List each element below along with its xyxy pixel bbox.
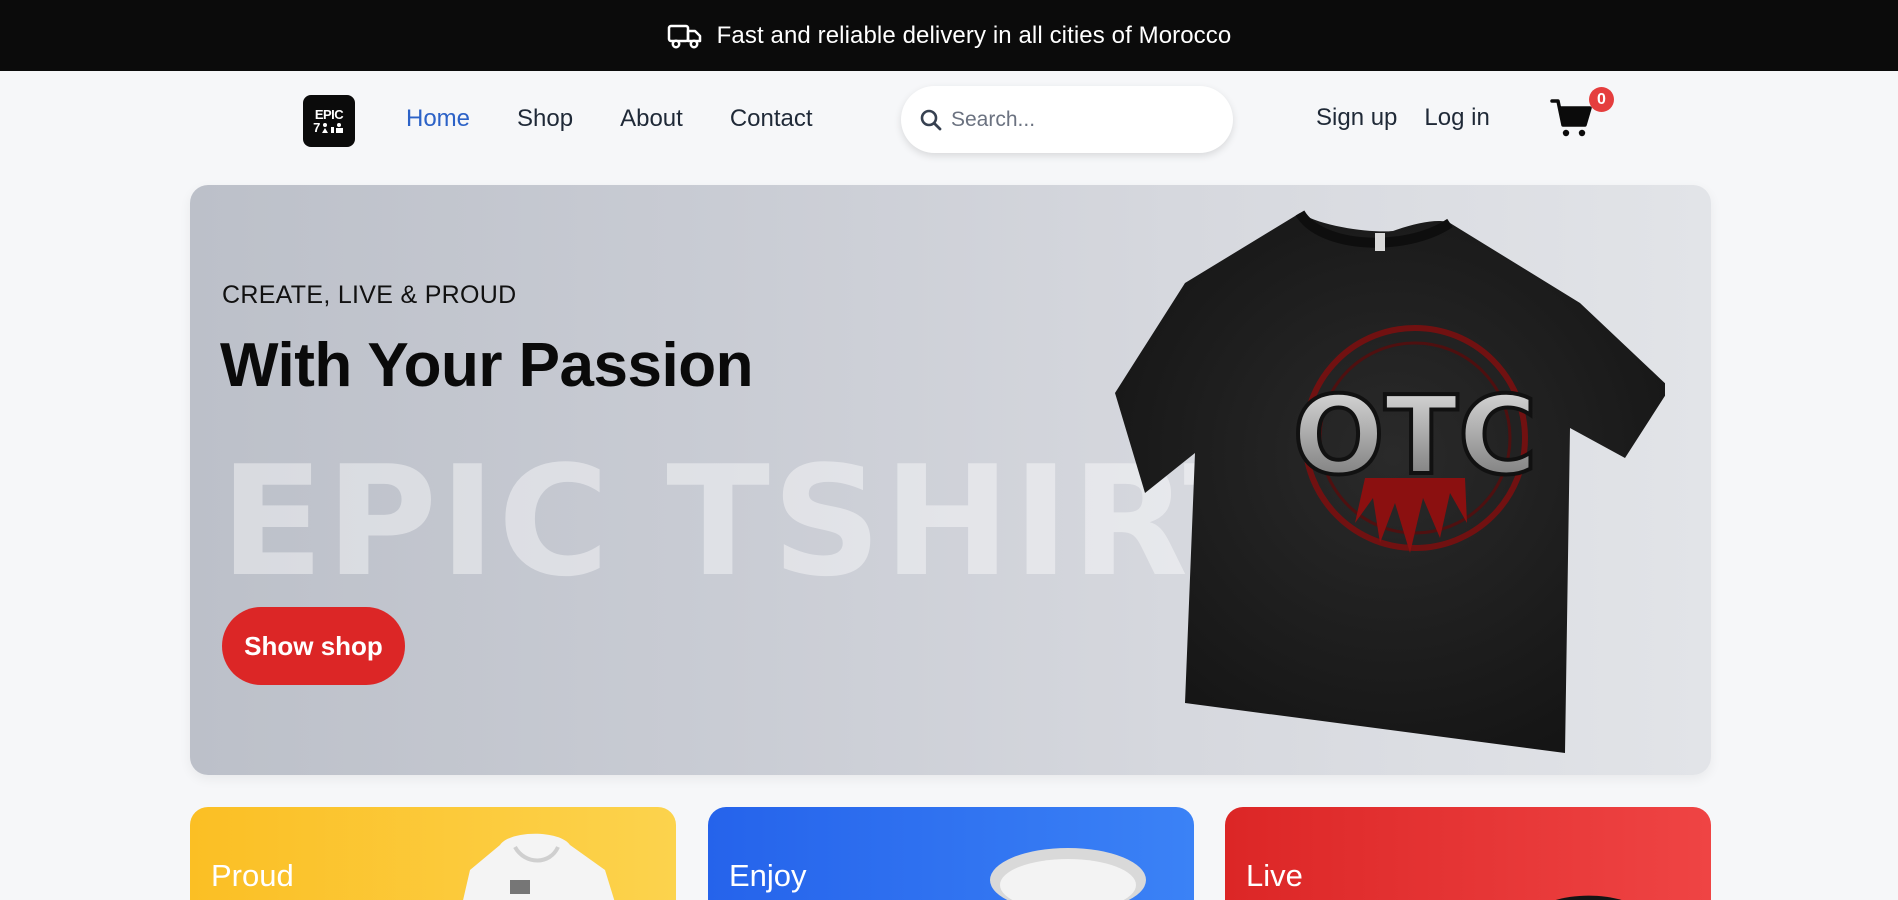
signup-link[interactable]: Sign up: [1316, 104, 1397, 132]
search-icon: [920, 109, 942, 130]
search-input[interactable]: [951, 107, 1211, 132]
logo-number: 7: [313, 120, 320, 135]
hoodie-image: [463, 833, 615, 900]
category-card-live[interactable]: Live: [1225, 807, 1711, 900]
hero-title: With Your Passion: [220, 331, 753, 400]
category-label: Live: [1246, 858, 1303, 893]
show-shop-button[interactable]: Show shop: [222, 607, 405, 685]
brand-logo[interactable]: EPIC 7: [303, 95, 355, 147]
cap-image: [1556, 895, 1622, 900]
logo-mark: 7: [313, 121, 345, 134]
search-box[interactable]: [901, 86, 1233, 153]
category-card-enjoy[interactable]: Enjoy: [708, 807, 1194, 900]
hero-kicker: CREATE, LIVE & PROUD: [222, 281, 517, 309]
site-header: EPIC 7 Home Shop About Contact Sign up L…: [0, 71, 1898, 186]
nav-home[interactable]: Home: [406, 105, 470, 133]
category-card-proud[interactable]: Proud: [190, 807, 676, 900]
login-link[interactable]: Log in: [1424, 104, 1489, 132]
auth-links: Sign up Log in: [1316, 104, 1490, 132]
shirt-print: OTC: [1293, 374, 1538, 499]
nav-shop[interactable]: Shop: [517, 105, 573, 133]
nav-contact[interactable]: Contact: [730, 105, 813, 133]
mug-image: [990, 848, 1146, 900]
cart-count-badge: 0: [1589, 87, 1614, 112]
category-label: Enjoy: [729, 858, 807, 893]
main-nav: Home Shop About Contact: [406, 105, 813, 133]
cart-icon: [1550, 99, 1592, 137]
truck-icon: [667, 24, 701, 48]
nav-about[interactable]: About: [620, 105, 683, 133]
logo-figures-icon: [321, 122, 343, 133]
tshirt-image: OTC: [1115, 210, 1665, 753]
category-label: Proud: [211, 858, 294, 893]
announcement-text: Fast and reliable delivery in all cities…: [716, 21, 1232, 49]
announcement-bar: Fast and reliable delivery in all cities…: [0, 0, 1898, 71]
hero-banner: CREATE, LIVE & PROUD With Your Passion E…: [190, 185, 1711, 775]
